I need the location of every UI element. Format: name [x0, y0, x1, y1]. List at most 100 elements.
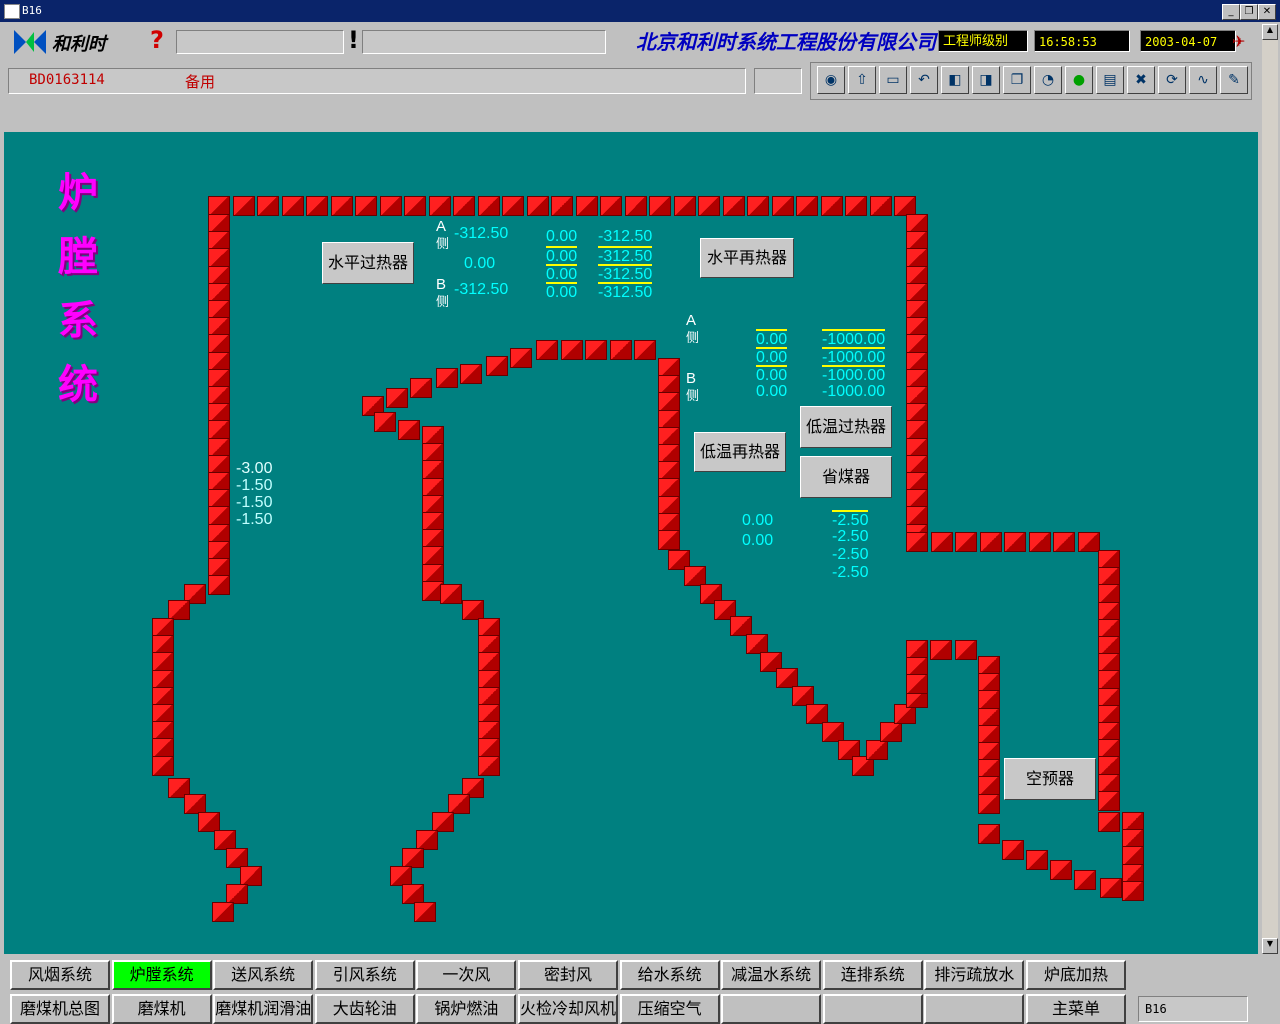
- return-icon[interactable]: ↶: [910, 66, 938, 94]
- help-icon[interactable]: ?: [150, 26, 164, 54]
- restore-button[interactable]: ❐: [1240, 4, 1258, 20]
- nav-button[interactable]: 火检冷却风机: [518, 994, 618, 1024]
- economizer-label[interactable]: 省煤器: [800, 456, 892, 498]
- sh-b-value: -312.50: [454, 281, 509, 298]
- alarm-delete-icon[interactable]: ✖: [1127, 66, 1155, 94]
- sh-col2-value: 0.00: [546, 228, 578, 245]
- nav-button[interactable]: 送风系统: [213, 960, 314, 990]
- nav-button[interactable]: 排污疏放水: [924, 960, 1025, 990]
- nav-button[interactable]: 主菜单: [1026, 994, 1126, 1024]
- furnace-wall-block: [380, 196, 402, 216]
- trend-icon[interactable]: ∿: [1189, 66, 1217, 94]
- furnace-wall-block: [386, 388, 408, 408]
- vertical-scrollbar[interactable]: ▲ ▼: [1262, 24, 1278, 954]
- nav-button[interactable]: 一次风: [416, 960, 517, 990]
- furnace-wall-block: [955, 640, 977, 660]
- page-left-icon[interactable]: ◧: [941, 66, 969, 94]
- scroll-up-icon[interactable]: ▲: [1262, 24, 1278, 40]
- furnace-wall-block: [390, 866, 412, 886]
- eco-right-value: -2.50: [832, 528, 869, 545]
- horizontal-reheater-label[interactable]: 水平再热器: [700, 238, 794, 278]
- furnace-wall-block: [208, 575, 230, 595]
- nav-button[interactable]: 磨煤机: [111, 994, 212, 1024]
- furnace-wall-block: [1050, 860, 1072, 880]
- furnace-wall-block: [416, 830, 438, 850]
- page-right-icon[interactable]: ◨: [972, 66, 1000, 94]
- alarm-icon[interactable]: !: [348, 26, 359, 54]
- nav-button[interactable]: 磨煤机总图: [10, 994, 110, 1024]
- logo-wordmark: 和利时: [52, 34, 106, 55]
- furnace-wall-block: [1078, 532, 1100, 552]
- eco-left-value: 0.00: [742, 532, 774, 549]
- alarm-clock-icon[interactable]: ◔: [1034, 66, 1062, 94]
- side-letter: B: [686, 370, 697, 387]
- side-char: 侧: [686, 388, 700, 403]
- furnace-diagram: 炉膛系统水平过热器 水平再热器 低温过热器 低温再热器 省煤器 空预器 A 侧 B 侧 A 侧 B 侧 -3…: [4, 132, 1258, 954]
- rh-col2-value: -1000.00: [822, 347, 886, 366]
- furnace-wall-block: [634, 340, 656, 360]
- side-char: 侧: [436, 236, 450, 251]
- furnace-wall-block: [658, 392, 680, 412]
- low-temp-reheater-label[interactable]: 低温再热器: [694, 432, 786, 472]
- air-preheater-label[interactable]: 空预器: [1004, 758, 1096, 800]
- clock-time: 16:58:53: [1034, 30, 1130, 52]
- furnace-wall-block: [772, 196, 794, 216]
- furnace-wall-block: [422, 460, 444, 480]
- nav-button[interactable]: 给水系统: [619, 960, 720, 990]
- nav-button[interactable]: 风烟系统: [10, 960, 110, 990]
- furnace-wall-block: [404, 196, 426, 216]
- rh-col2-value: -1000.00: [822, 329, 886, 348]
- furnace-wall-block: [561, 340, 583, 360]
- point-info-bar: BD0163114 备用: [8, 68, 746, 94]
- sh-col2-value: 0.00: [546, 282, 578, 301]
- furnace-wall-block: [931, 532, 953, 552]
- user-level: 工程师级别: [938, 30, 1028, 52]
- low-temp-superheater-label[interactable]: 低温过热器: [800, 406, 892, 448]
- copy-icon[interactable]: ❐: [1003, 66, 1031, 94]
- exit-icon[interactable]: ✈: [1232, 32, 1256, 51]
- minimize-button[interactable]: _: [1222, 4, 1240, 20]
- nav-button[interactable]: 锅炉燃油: [416, 994, 517, 1024]
- sh-col3-value: -312.50: [598, 246, 653, 265]
- furnace-wall-block: [1098, 584, 1120, 604]
- link-icon[interactable]: ▭: [879, 66, 907, 94]
- nav-button[interactable]: 减温水系统: [721, 960, 822, 990]
- furnace-wall-block: [527, 196, 549, 216]
- notes-icon[interactable]: ✎: [1220, 66, 1248, 94]
- furnace-wall-block: [723, 196, 745, 216]
- clock-date: 2003-04-07: [1140, 30, 1236, 52]
- nav-button[interactable]: 炉底加热: [1026, 960, 1126, 990]
- furnace-wall-block: [1098, 812, 1120, 832]
- toolbar: ◉ ⇧ ▭ ↶ ◧ ◨ ❐ ◔ ● ▤ ✖ ⟳ ∿ ✎: [810, 62, 1252, 100]
- message-field: [176, 30, 344, 54]
- nav-button[interactable]: 引风系统: [314, 960, 415, 990]
- nav-button[interactable]: [822, 994, 923, 1024]
- furnace-wall-block: [792, 686, 814, 706]
- upload-icon[interactable]: ⇧: [848, 66, 876, 94]
- furnace-wall-block: [1098, 670, 1120, 690]
- nav-button[interactable]: 密封风: [518, 960, 618, 990]
- furnace-wall-block: [478, 196, 500, 216]
- record-icon[interactable]: ◉: [817, 66, 845, 94]
- nav-button[interactable]: [924, 994, 1025, 1024]
- side-a-marker-rh: A侧: [686, 312, 699, 346]
- side-letter: A: [686, 312, 697, 329]
- nav-button[interactable]: 连排系统: [822, 960, 923, 990]
- furnace-wall-block: [730, 616, 752, 636]
- nav-button[interactable]: 磨煤机润滑油: [213, 994, 314, 1024]
- refresh-icon[interactable]: ⟳: [1158, 66, 1186, 94]
- furnace-wall-block: [208, 506, 230, 526]
- nav-button[interactable]: 压缩空气: [619, 994, 720, 1024]
- nav-button[interactable]: [721, 994, 822, 1024]
- close-button[interactable]: ✕: [1258, 4, 1276, 20]
- furnace-wall-block: [906, 248, 928, 268]
- horizontal-superheater-label[interactable]: 水平过热器: [322, 242, 414, 284]
- side-letter: B: [436, 276, 447, 293]
- scroll-down-icon[interactable]: ▼: [1262, 938, 1278, 954]
- furnace-wall-block: [226, 848, 248, 868]
- status-light-icon[interactable]: ●: [1065, 66, 1093, 94]
- nav-button[interactable]: 大齿轮油: [314, 994, 415, 1024]
- nav-button[interactable]: 炉膛系统: [111, 960, 212, 990]
- report-icon[interactable]: ▤: [1096, 66, 1124, 94]
- furnace-wall-block: [1098, 791, 1120, 811]
